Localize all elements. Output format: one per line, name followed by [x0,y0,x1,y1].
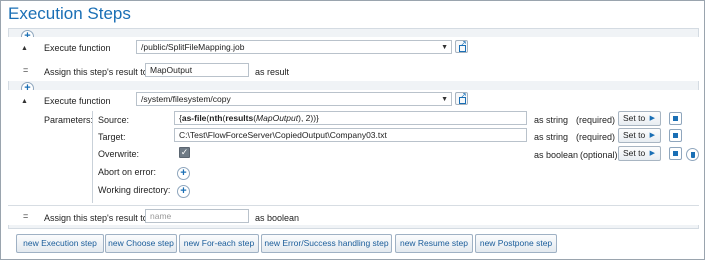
expr-fn-results: results [225,113,254,123]
execution-steps-window: Execution Steps + ▲ Execute function /pu… [0,0,705,260]
target-input[interactable]: C:\Test\FlowForceServer\CopiedOutput\Com… [174,128,527,142]
function-path-value: /public/SplitFileMapping.job [141,42,245,52]
overwrite-checkbox[interactable]: ✓ [179,147,190,158]
collapse-step-1-icon[interactable]: ▲ [21,45,28,52]
parameters-divider [92,111,93,203]
assign-equals-icon: = [23,211,29,221]
expr-tail: ), 2))} [298,113,319,123]
overwrite-type-label: as boolean [534,150,579,160]
plus-icon: + [180,185,187,197]
overwrite-edit-icon[interactable] [669,147,682,160]
param-overwrite-label: Overwrite: [98,149,140,159]
overwrite-optional-label: (optional) [580,150,618,160]
source-type-label: as string [534,115,569,125]
expr-fn-nth: nth [209,113,223,123]
trash-icon[interactable] [686,148,699,161]
param-abort-label: Abort on error: [98,167,157,177]
new-choose-step-button[interactable]: new Choose step [105,234,177,253]
param-target-label: Target: [98,132,126,142]
result-name-input-1[interactable]: MapOutput [145,63,249,77]
step-2-divider [8,205,699,206]
source-expression-input[interactable]: {as-file(nth(results(MapOutput), 2))} [174,111,527,125]
page-title: Execution Steps [8,4,131,23]
plus-icon: + [180,167,187,179]
as-result-label: as result [255,67,290,77]
new-error-success-step-button[interactable]: new Error/Success handling step [261,234,392,253]
execute-function-label: Execute function [44,96,111,106]
play-icon: ▶ [649,115,655,122]
play-icon: ▶ [649,150,655,157]
chevron-down-icon: ▼ [441,44,448,51]
add-abort-param-button[interactable]: + [177,167,190,180]
set-to-label: Set to [623,130,646,140]
target-required-label: (required) [576,132,616,142]
source-required-label: (required) [576,115,616,125]
new-execution-step-button[interactable]: new Execution step [16,234,104,253]
add-working-dir-param-button[interactable]: + [177,185,190,198]
expr-arg: MapOutput [256,113,299,123]
target-type-label: as string [534,132,569,142]
chevron-down-icon: ▼ [441,96,448,103]
assign-equals-icon: = [23,65,29,75]
as-boolean-label: as boolean [255,213,300,223]
check-icon: ✓ [180,147,189,157]
new-for-each-step-button[interactable]: new For-each step [179,234,259,253]
play-icon: ▶ [649,132,655,139]
function-select-1[interactable]: /public/SplitFileMapping.job ▼ [136,40,452,54]
execute-function-label: Execute function [44,43,111,53]
source-set-to-button[interactable]: Set to ▶ [618,111,661,126]
result-name-input-2[interactable]: name [145,209,249,223]
target-edit-icon[interactable] [669,129,682,142]
new-resume-step-button[interactable]: new Resume step [395,234,473,253]
new-postpone-step-button[interactable]: new Postpone step [475,234,557,253]
assign-result-label: Assign this step's result to [44,213,148,223]
open-function-1-icon[interactable] [455,39,468,53]
overwrite-set-to-button[interactable]: Set to ▶ [618,146,661,161]
source-edit-icon[interactable] [669,112,682,125]
function-path-value: /system/filesystem/copy [141,94,231,104]
open-function-2-icon[interactable] [455,91,468,105]
function-select-2[interactable]: /system/filesystem/copy ▼ [136,92,452,106]
assign-result-label: Assign this step's result to [44,67,148,77]
set-to-label: Set to [623,113,646,123]
param-source-label: Source: [98,115,130,125]
param-working-dir-label: Working directory: [98,185,171,195]
target-set-to-button[interactable]: Set to ▶ [618,128,661,143]
set-to-label: Set to [623,148,646,158]
expr-fn-as-file: as-file [181,113,207,123]
collapse-step-2-icon[interactable]: ▲ [21,98,28,105]
parameters-label: Parameters: [44,115,94,125]
